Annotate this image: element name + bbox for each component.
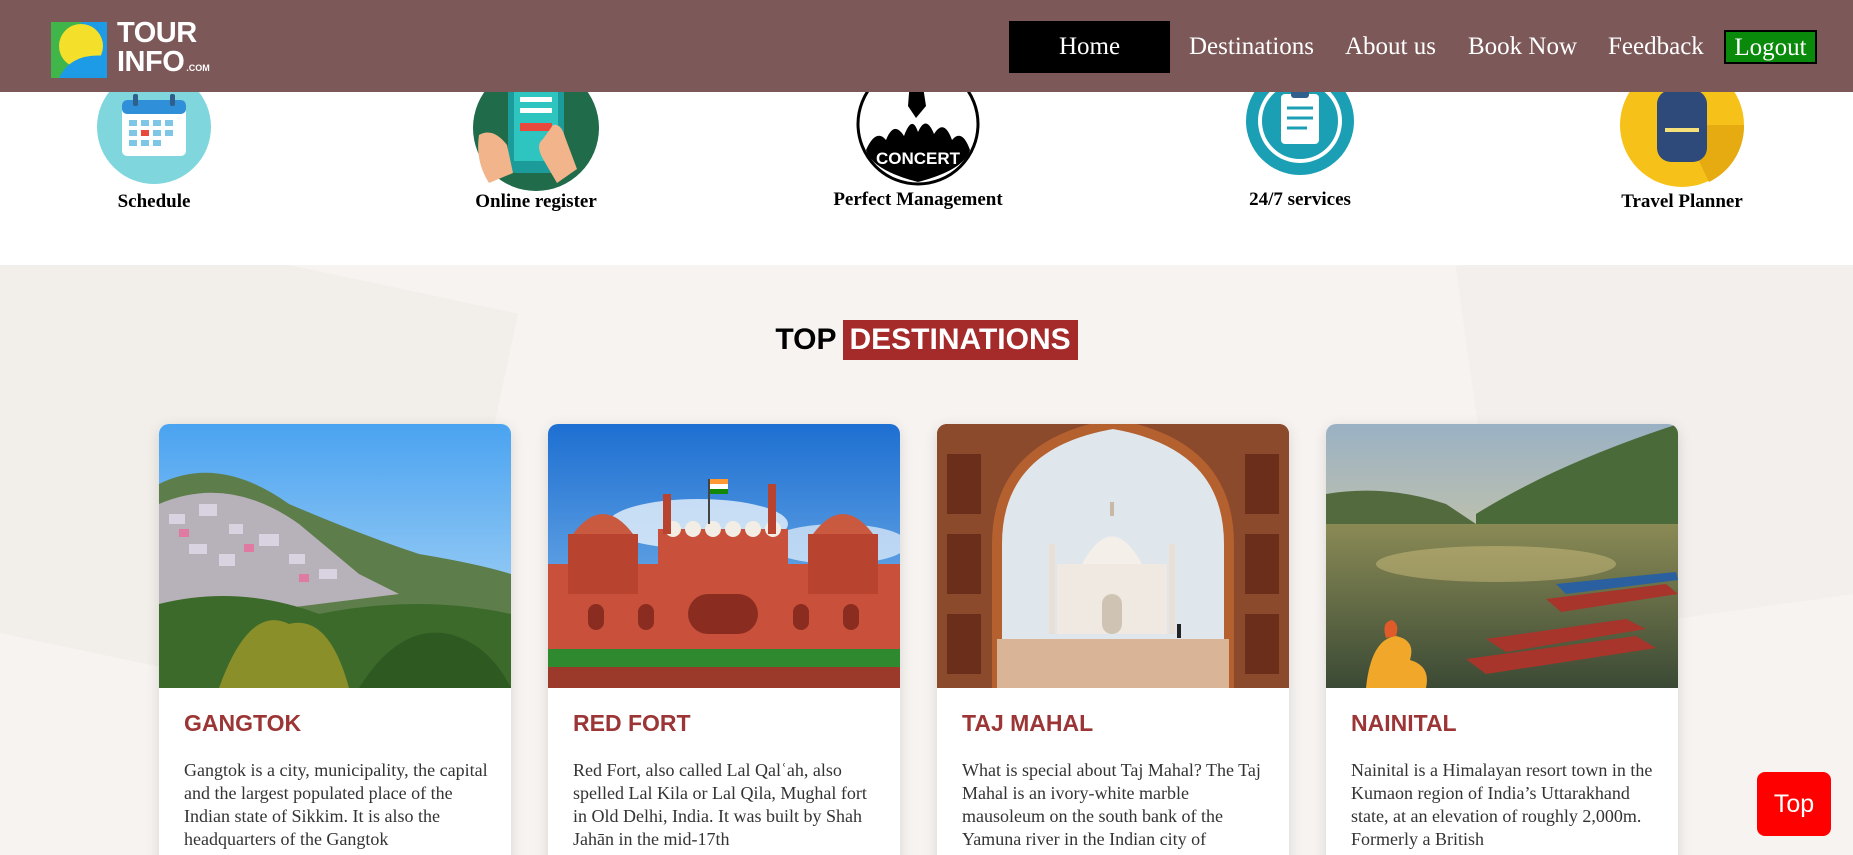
card-title: TAJ MAHAL xyxy=(962,710,1094,736)
main-nav: Home Destinations About us Book Now Feed… xyxy=(0,21,1853,73)
gangtok-photo xyxy=(159,424,511,688)
heading-highlight: DESTINATIONS xyxy=(842,320,1078,360)
card-description: Red Fort, also called Lal Qalʿah, also s… xyxy=(573,760,867,849)
feature-label: Travel Planner xyxy=(1621,191,1743,212)
feature-label: Schedule xyxy=(117,191,191,212)
card-description: Nainital is a Himalayan resort town in t… xyxy=(1351,760,1653,849)
taj-mahal-photo xyxy=(937,424,1289,688)
destination-card-taj-mahal[interactable]: TAJ MAHAL What is special about Taj Maha… xyxy=(937,424,1289,855)
nav-about-us[interactable]: About us xyxy=(1345,21,1436,73)
card-title: NAINITAL xyxy=(1351,710,1457,736)
destination-card-nainital[interactable]: NAINITAL Nainital is a Himalayan resort … xyxy=(1326,424,1678,855)
heading-plain: TOP xyxy=(775,323,837,356)
nav-book-now[interactable]: Book Now xyxy=(1468,21,1577,73)
nav-feedback[interactable]: Feedback xyxy=(1608,21,1704,73)
destination-card-gangtok[interactable]: GANGTOK Gangtok is a city, municipality,… xyxy=(159,424,511,855)
destination-card-red-fort[interactable]: RED FORT Red Fort, also called Lal Qalʿa… xyxy=(548,424,900,855)
feature-label: Online register xyxy=(475,191,597,212)
card-title: GANGTOK xyxy=(184,710,302,736)
site-header: TOUR INFO .COM Home Destinations About us… xyxy=(0,0,1853,92)
feature-label: Perfect Management xyxy=(833,189,1003,210)
feature-label: 24/7 services xyxy=(1249,189,1351,210)
card-description: What is special about Taj Mahal? The Taj… xyxy=(962,760,1261,849)
logout-button[interactable]: Logout xyxy=(1724,30,1817,64)
section-heading: TOP DESTINATIONS xyxy=(0,320,1853,360)
card-title: RED FORT xyxy=(573,710,691,736)
nav-destinations[interactable]: Destinations xyxy=(1189,21,1314,73)
card-description: Gangtok is a city, municipality, the cap… xyxy=(184,760,488,849)
nainital-photo xyxy=(1326,424,1678,688)
red-fort-photo xyxy=(548,424,900,688)
nav-home[interactable]: Home xyxy=(1009,21,1170,73)
svg-text:CONCERT: CONCERT xyxy=(876,149,961,168)
top-destinations-section: TOP DESTINATIONS GANGTOK Gangtok is a ci… xyxy=(0,265,1853,855)
scroll-to-top-button[interactable]: Top xyxy=(1757,772,1831,836)
